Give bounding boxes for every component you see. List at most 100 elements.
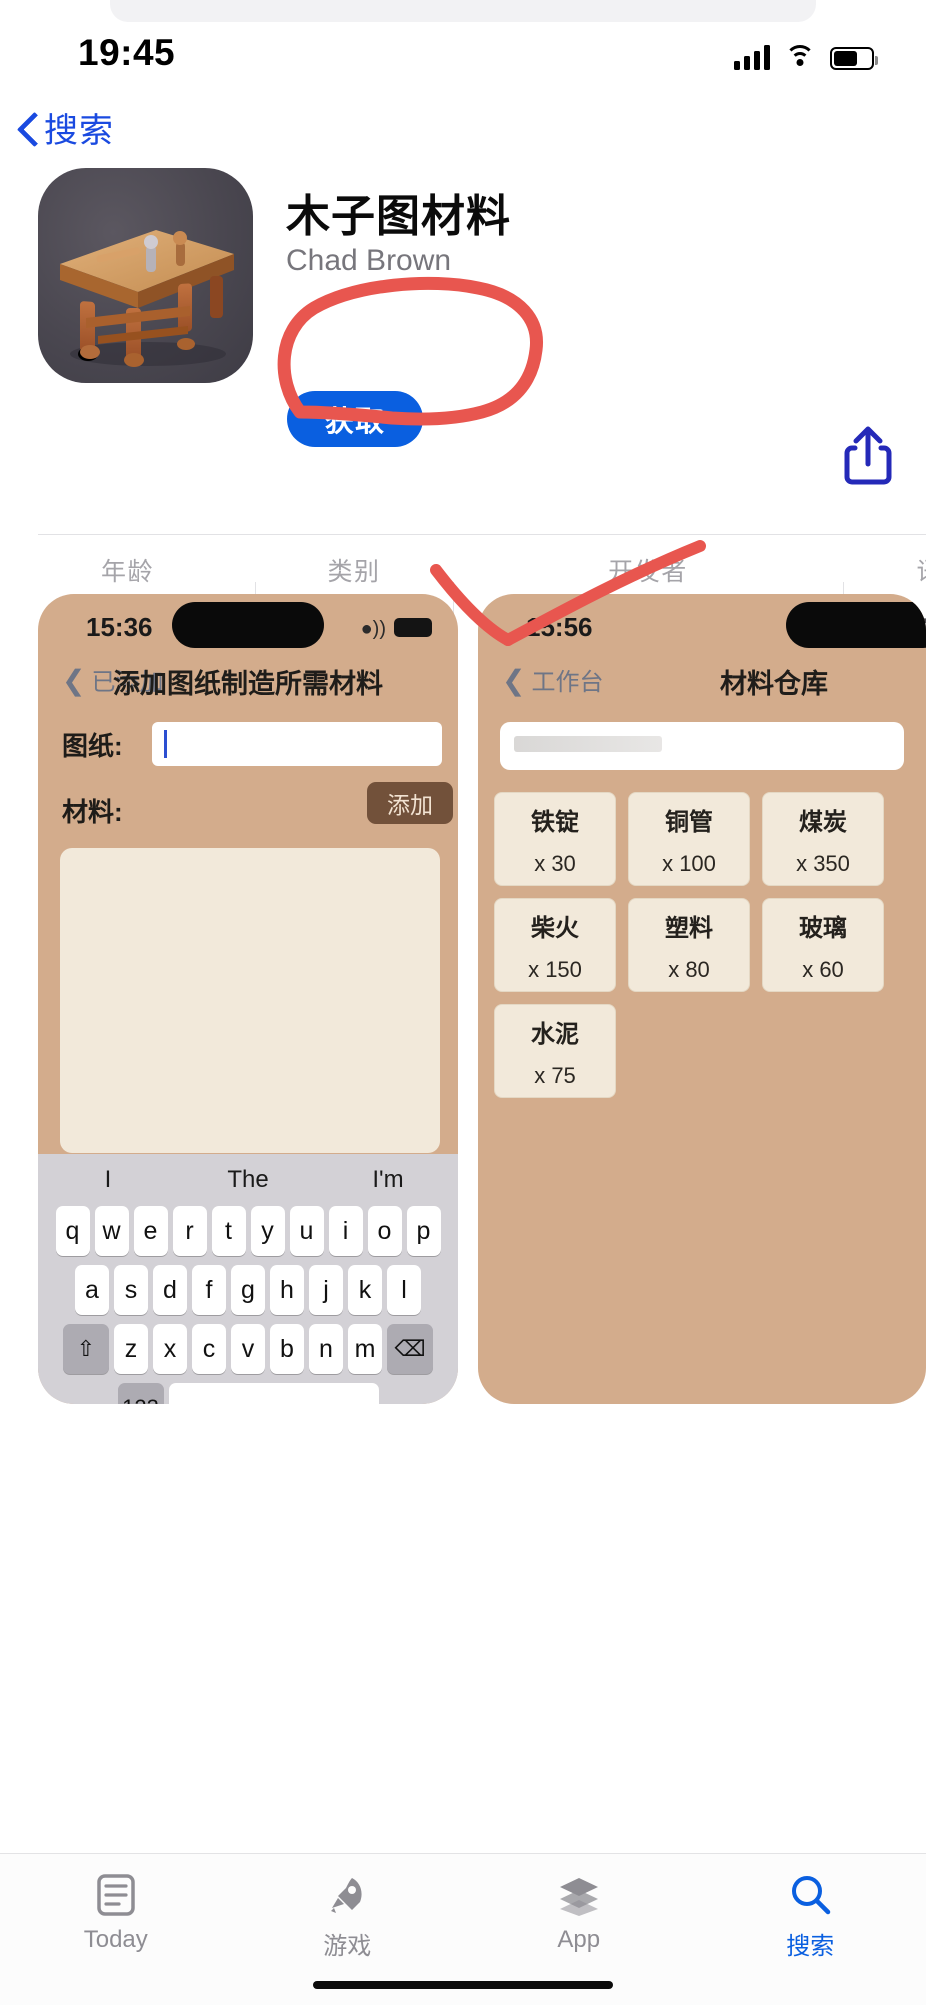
key-a[interactable]: a <box>75 1265 109 1315</box>
info-caption: 年龄 <box>100 558 154 586</box>
battery-icon <box>830 47 878 70</box>
tab-search[interactable]: 搜索 <box>695 1854 926 1974</box>
key-u[interactable]: u <box>289 1206 324 1256</box>
key-w[interactable]: w <box>94 1206 129 1256</box>
add-button[interactable]: 添加 <box>367 782 453 824</box>
tab-games[interactable]: 游戏 <box>232 1854 464 1974</box>
key-space[interactable] <box>168 1383 379 1404</box>
get-button[interactable]: 获取 <box>287 391 423 447</box>
screenshot-preview-2[interactable]: 15:56 ❮ 工作台 材料仓库 铁锭 x 30 铜管 x 100 煤炭 x 3… <box>478 594 926 1404</box>
share-icon[interactable] <box>843 424 893 486</box>
material-qty: x 350 <box>796 850 850 876</box>
material-card[interactable]: 塑料 x 80 <box>628 898 750 992</box>
suggestion-item[interactable]: The <box>178 1166 318 1194</box>
material-card[interactable]: 铁锭 x 30 <box>494 792 616 886</box>
key-k[interactable]: k <box>348 1265 382 1315</box>
shift-icon[interactable]: ⇧ <box>63 1324 109 1374</box>
material-card[interactable]: 柴火 x 150 <box>494 898 616 992</box>
tab-label: 游戏 <box>323 1933 372 1960</box>
material-qty: x 75 <box>534 1062 576 1088</box>
key-q[interactable]: q <box>55 1206 90 1256</box>
screenshot-nav-bar: ❮ 工作台 材料仓库 <box>478 656 926 708</box>
key-s[interactable]: s <box>114 1265 148 1315</box>
app-header: 木子图材料 Chad Brown <box>38 168 888 413</box>
key-m[interactable]: m <box>348 1324 382 1374</box>
back-button[interactable]: 搜索 <box>18 103 114 152</box>
tab-app[interactable]: App <box>463 1854 695 1974</box>
suggestion-item[interactable]: I <box>38 1166 178 1194</box>
material-qty: x 30 <box>534 850 576 876</box>
key-n[interactable]: n <box>309 1324 343 1374</box>
key-v[interactable]: v <box>231 1324 265 1374</box>
material-name: 铜管 <box>665 808 713 836</box>
screenshot-nav-bar: ❮ 已添加 添加图纸制造所需材料 <box>38 656 458 708</box>
tab-label: App <box>557 1926 601 1953</box>
notch-background <box>110 0 816 22</box>
material-search-input[interactable] <box>500 722 904 770</box>
material-card[interactable]: 铜管 x 100 <box>628 792 750 886</box>
material-name: 水泥 <box>531 1020 579 1048</box>
text-caret <box>164 730 167 758</box>
key-numbers[interactable]: 123 <box>117 1383 164 1404</box>
screenshot-body: 图纸: 材料: 添加 I The I'm q w e r t y u i o p… <box>38 708 458 1404</box>
screenshot-status-bar: 15:56 <box>478 594 926 656</box>
key-d[interactable]: d <box>153 1265 187 1315</box>
key-o[interactable]: o <box>367 1206 402 1256</box>
tab-today[interactable]: Today <box>0 1854 232 1974</box>
screenshot-title: 材料仓库 <box>720 669 828 699</box>
keyboard-row-3: ⇧ z x c v b n m ⌫ <box>42 1324 454 1374</box>
screenshot-preview-1[interactable]: 15:36 ●)) ❮ 已添加 添加图纸制造所需材料 图纸: 材料: 添加 I … <box>38 594 458 1404</box>
material-qty: x 100 <box>662 850 716 876</box>
key-z[interactable]: z <box>114 1324 148 1374</box>
status-bar: 19:45 <box>0 0 926 100</box>
keyboard-suggestions[interactable]: I The I'm <box>38 1154 458 1206</box>
key-x[interactable]: x <box>153 1324 187 1374</box>
key-f[interactable]: f <box>192 1265 226 1315</box>
chevron-left-icon <box>18 111 38 145</box>
material-qty: x 60 <box>802 956 844 982</box>
material-name: 塑料 <box>665 914 713 942</box>
key-g[interactable]: g <box>231 1265 265 1315</box>
material-card[interactable]: 玻璃 x 60 <box>762 898 884 992</box>
app-icon-workbench[interactable] <box>38 168 253 383</box>
key-c[interactable]: c <box>192 1324 226 1374</box>
blueprint-input[interactable] <box>152 722 442 766</box>
key-b[interactable]: b <box>270 1324 304 1374</box>
key-h[interactable]: h <box>270 1265 304 1315</box>
dynamic-island <box>172 602 324 648</box>
material-name: 玻璃 <box>799 914 847 942</box>
app-store-product-page: 19:45 搜索 木子图材料 Chad Brown 获取 年龄 类别 开发者 1… <box>0 0 926 2005</box>
tab-label: Today <box>83 1926 148 1953</box>
key-j[interactable]: j <box>309 1265 343 1315</box>
screenshot-gallery[interactable]: 15:36 ●)) ❮ 已添加 添加图纸制造所需材料 图纸: 材料: 添加 I … <box>0 594 926 1444</box>
battery-icon <box>394 618 432 637</box>
today-icon <box>97 1874 135 1916</box>
material-qty: x 150 <box>528 956 582 982</box>
status-time: 19:45 <box>78 32 176 73</box>
material-list-panel <box>60 848 440 1153</box>
chevron-left-icon: ❮ <box>502 665 526 696</box>
suggestion-item[interactable]: I'm <box>318 1166 458 1194</box>
key-p[interactable]: p <box>406 1206 441 1256</box>
material-card[interactable]: 水泥 x 75 <box>494 1004 616 1098</box>
apps-stack-icon <box>559 1878 598 1916</box>
screenshot-back-button[interactable]: ❮ 工作台 <box>502 662 603 697</box>
key-l[interactable]: l <box>387 1265 421 1315</box>
keyboard-row-1: q w e r t y u i o p <box>42 1206 454 1256</box>
screenshot-time: 15:36 <box>86 612 153 642</box>
key-i[interactable]: i <box>328 1206 363 1256</box>
blueprint-label: 图纸: <box>62 730 123 761</box>
material-qty: x 80 <box>668 956 710 982</box>
backspace-icon[interactable]: ⌫ <box>387 1324 433 1374</box>
tab-bar: Today 游戏 App 搜索 <box>0 1853 926 2005</box>
keyboard-row-4: 123 <box>42 1383 454 1404</box>
material-card[interactable]: 煤炭 x 350 <box>762 792 884 886</box>
key-y[interactable]: y <box>250 1206 285 1256</box>
key-e[interactable]: e <box>133 1206 168 1256</box>
material-name: 铁锭 <box>531 808 579 836</box>
key-r[interactable]: r <box>172 1206 207 1256</box>
key-t[interactable]: t <box>211 1206 246 1256</box>
onscreen-keyboard[interactable]: I The I'm q w e r t y u i o p a s d f g … <box>38 1154 458 1404</box>
cellular-signal-icon <box>734 44 770 70</box>
material-label: 材料: <box>62 797 123 827</box>
